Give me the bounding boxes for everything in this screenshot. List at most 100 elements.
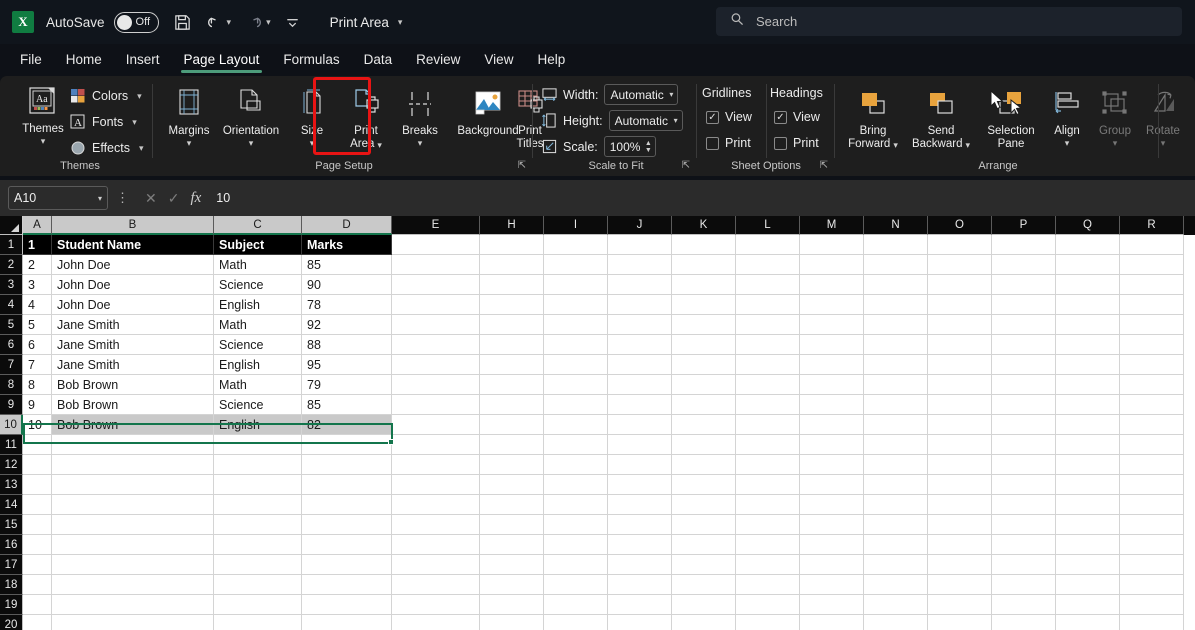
page-setup-dialog-launcher[interactable]: ⇱ [518, 160, 526, 171]
cell-C2[interactable]: Math [214, 255, 302, 275]
column-header-a[interactable]: A [23, 216, 52, 235]
cell-D13[interactable] [302, 475, 392, 495]
cell-N18[interactable] [864, 575, 928, 595]
breaks-chevron-down-icon[interactable]: ▾ [418, 138, 423, 148]
cell-Q18[interactable] [1056, 575, 1120, 595]
cell-B3[interactable]: John Doe [52, 275, 214, 295]
cell-M7[interactable] [800, 355, 864, 375]
row-header-4[interactable]: 4 [0, 295, 23, 315]
cell-J15[interactable] [608, 515, 672, 535]
cell-R10[interactable] [1120, 415, 1184, 435]
cell-O18[interactable] [928, 575, 992, 595]
cell-B4[interactable]: John Doe [52, 295, 214, 315]
cell-E20[interactable] [392, 615, 480, 630]
cell-I12[interactable] [544, 455, 608, 475]
cell-P8[interactable] [992, 375, 1056, 395]
cell-L8[interactable] [736, 375, 800, 395]
gridlines-print-checkbox[interactable]: Print [706, 136, 751, 150]
cell-E2[interactable] [392, 255, 480, 275]
tab-formulas[interactable]: Formulas [271, 48, 351, 73]
cell-C16[interactable] [214, 535, 302, 555]
cell-P16[interactable] [992, 535, 1056, 555]
cell-O11[interactable] [928, 435, 992, 455]
cell-K8[interactable] [672, 375, 736, 395]
cell-I18[interactable] [544, 575, 608, 595]
bring-forward-button[interactable]: Bring Forward ▾ [840, 84, 906, 151]
cell-M9[interactable] [800, 395, 864, 415]
cell-N5[interactable] [864, 315, 928, 335]
cell-H14[interactable] [480, 495, 544, 515]
cell-B6[interactable]: Jane Smith [52, 335, 214, 355]
cancel-icon[interactable]: ✕ [145, 190, 157, 207]
cell-P7[interactable] [992, 355, 1056, 375]
cell-K5[interactable] [672, 315, 736, 335]
cell-N3[interactable] [864, 275, 928, 295]
cell-D5[interactable]: 92 [302, 315, 392, 335]
cell-Q5[interactable] [1056, 315, 1120, 335]
cell-E19[interactable] [392, 595, 480, 615]
title-chevron-down-icon[interactable]: ▾ [398, 17, 403, 28]
cell-E14[interactable] [392, 495, 480, 515]
cell-N15[interactable] [864, 515, 928, 535]
cell-I6[interactable] [544, 335, 608, 355]
align-button[interactable]: Align ▾ [1044, 84, 1090, 148]
cell-M18[interactable] [800, 575, 864, 595]
cell-R1[interactable] [1120, 235, 1184, 255]
cell-N10[interactable] [864, 415, 928, 435]
cell-H19[interactable] [480, 595, 544, 615]
cell-H18[interactable] [480, 575, 544, 595]
cell-L19[interactable] [736, 595, 800, 615]
gridlines-view-checkbox[interactable]: ✓ View [706, 110, 752, 124]
cell-C8[interactable]: Math [214, 375, 302, 395]
cell-A13[interactable] [23, 475, 52, 495]
cell-B18[interactable] [52, 575, 214, 595]
cell-I13[interactable] [544, 475, 608, 495]
cell-R9[interactable] [1120, 395, 1184, 415]
cell-N16[interactable] [864, 535, 928, 555]
cell-O14[interactable] [928, 495, 992, 515]
tab-file[interactable]: File [8, 48, 54, 73]
cell-J1[interactable] [608, 235, 672, 255]
cell-H11[interactable] [480, 435, 544, 455]
redo-icon[interactable]: ▾ [245, 13, 271, 31]
cell-M2[interactable] [800, 255, 864, 275]
cell-R19[interactable] [1120, 595, 1184, 615]
cell-C15[interactable] [214, 515, 302, 535]
cell-M4[interactable] [800, 295, 864, 315]
cell-N2[interactable] [864, 255, 928, 275]
cell-I4[interactable] [544, 295, 608, 315]
cell-B17[interactable] [52, 555, 214, 575]
cell-J17[interactable] [608, 555, 672, 575]
cell-Q20[interactable] [1056, 615, 1120, 630]
cell-B2[interactable]: John Doe [52, 255, 214, 275]
selection-fill-handle[interactable] [388, 439, 394, 445]
column-header-o[interactable]: O [928, 216, 992, 235]
row-header-3[interactable]: 3 [0, 275, 23, 295]
cell-M15[interactable] [800, 515, 864, 535]
cell-D17[interactable] [302, 555, 392, 575]
cell-K2[interactable] [672, 255, 736, 275]
cell-K19[interactable] [672, 595, 736, 615]
cell-K4[interactable] [672, 295, 736, 315]
cell-N6[interactable] [864, 335, 928, 355]
cell-L2[interactable] [736, 255, 800, 275]
cell-J10[interactable] [608, 415, 672, 435]
cell-O19[interactable] [928, 595, 992, 615]
cell-H10[interactable] [480, 415, 544, 435]
cell-E5[interactable] [392, 315, 480, 335]
cell-P5[interactable] [992, 315, 1056, 335]
cell-E7[interactable] [392, 355, 480, 375]
insert-function-icon[interactable]: fx [190, 190, 201, 207]
cell-P11[interactable] [992, 435, 1056, 455]
height-chevron-down-icon[interactable]: ▾ [674, 116, 678, 125]
cell-L5[interactable] [736, 315, 800, 335]
cell-A18[interactable] [23, 575, 52, 595]
cell-B12[interactable] [52, 455, 214, 475]
column-header-m[interactable]: M [800, 216, 864, 235]
cell-J5[interactable] [608, 315, 672, 335]
cell-N19[interactable] [864, 595, 928, 615]
cell-E17[interactable] [392, 555, 480, 575]
save-icon[interactable] [173, 13, 192, 32]
cell-O9[interactable] [928, 395, 992, 415]
cell-A1[interactable]: 1 [23, 235, 52, 255]
